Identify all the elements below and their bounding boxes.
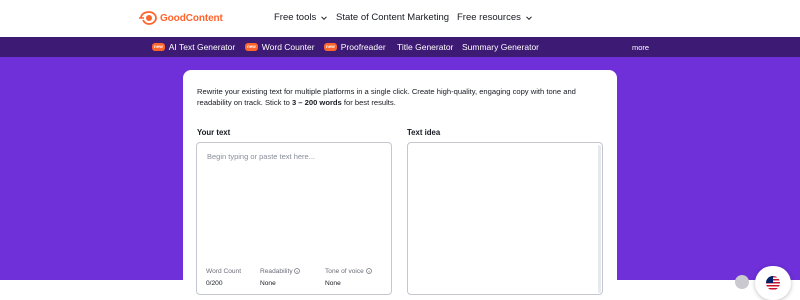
tool-description: Rewrite your existing text for multiple … <box>197 86 607 108</box>
chat-bubble-icon[interactable] <box>735 275 749 289</box>
nav-state-label: State of Content Marketing <box>336 12 450 23</box>
stat-value: None <box>260 280 276 287</box>
tools-subnav: new AI Text Generator new Word Counter n… <box>0 37 800 57</box>
your-text-input[interactable]: Begin typing or paste text here... Word … <box>196 142 392 295</box>
us-flag-icon <box>766 276 780 290</box>
subnav-proofreader[interactable]: new Proofreader <box>324 37 386 57</box>
stat-readability[interactable]: Readability None <box>260 268 325 287</box>
info-icon <box>365 268 372 275</box>
subnav-item-label: Summary Generator <box>462 42 539 52</box>
stat-label: Word Count <box>206 268 242 275</box>
semrush-fire-icon <box>139 11 157 25</box>
nav-free-resources-label: Free resources <box>457 12 521 23</box>
nav-free-tools-label: Free tools <box>274 12 317 23</box>
brand-logo[interactable]: GoodContent <box>139 10 223 26</box>
subnav-more-label: more <box>632 42 650 52</box>
intro-line-2: readability on track. Stick to <box>197 98 292 107</box>
new-badge: new <box>324 43 337 51</box>
subnav-more[interactable]: more <box>632 37 649 57</box>
nav-state-of-content-marketing[interactable]: State of Content Marketing <box>336 12 449 23</box>
subnav-item-label: Word Counter <box>261 42 315 52</box>
chevron-down-icon <box>526 15 532 20</box>
subnav-word-counter[interactable]: new Word Counter <box>245 37 315 57</box>
input-placeholder: Begin typing or paste text here... <box>207 152 315 161</box>
language-selector-button[interactable] <box>755 266 791 300</box>
nav-free-tools[interactable]: Free tools <box>274 12 328 23</box>
stat-value: None <box>325 280 341 287</box>
text-idea-output[interactable] <box>407 142 603 295</box>
text-idea-label: Text idea <box>407 128 441 137</box>
stat-word-count: Word Count 0/200 <box>206 268 260 287</box>
intro-line-2-end: for best results. <box>341 98 396 107</box>
top-header: GoodContent Free tools State of Content … <box>0 0 800 37</box>
subnav-item-label: Proofreader <box>340 42 386 52</box>
subnav-item-label: AI Text Generator <box>168 42 236 52</box>
info-icon <box>294 268 301 275</box>
word-limit: 3 – 200 words <box>291 98 342 107</box>
output-scrollbar[interactable] <box>598 145 601 293</box>
chevron-down-icon <box>321 15 328 20</box>
subnav-ai-text-generator[interactable]: new AI Text Generator <box>152 37 235 57</box>
subnav-item-label: Title Generator <box>397 42 454 52</box>
nav-free-resources[interactable]: Free resources <box>457 12 533 23</box>
new-badge: new <box>245 43 258 51</box>
stat-tone-of-voice[interactable]: Tone of voice None <box>325 268 395 287</box>
subnav-summary-generator[interactable]: Summary Generator <box>462 37 539 57</box>
text-stats: Word Count 0/200 Readability None Tone o… <box>206 268 395 287</box>
brand-name: GoodContent <box>160 12 223 24</box>
rewriter-card: Rewrite your existing text for multiple … <box>183 70 617 300</box>
stat-label: Readability <box>260 268 325 275</box>
new-badge: new <box>152 43 165 51</box>
intro-line-1: Rewrite your existing text for multiple … <box>197 87 576 96</box>
subnav-title-generator[interactable]: Title Generator <box>397 37 453 57</box>
your-text-label: Your text <box>197 128 231 137</box>
stat-value: 0/200 <box>206 280 223 287</box>
stat-label: Tone of voice <box>325 268 395 275</box>
